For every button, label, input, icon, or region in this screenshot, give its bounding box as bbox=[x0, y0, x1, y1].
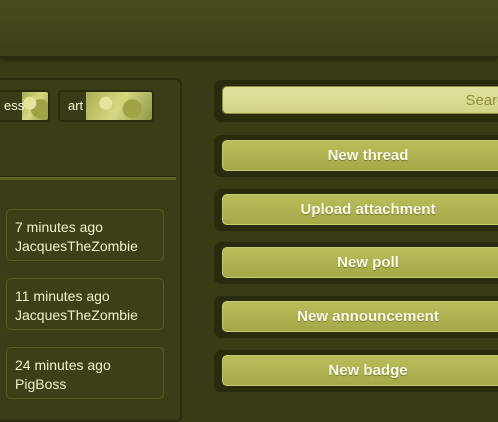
activity-user[interactable]: JacquesTheZombie bbox=[15, 236, 163, 256]
new-poll-slot: New poll bbox=[214, 242, 498, 284]
activity-time: 11 minutes ago bbox=[15, 288, 110, 304]
new-thread-button[interactable]: New thread bbox=[222, 140, 498, 171]
new-badge-slot: New badge bbox=[214, 350, 498, 392]
new-thread-label: New thread bbox=[327, 147, 409, 164]
new-announcement-button[interactable]: New announcement bbox=[222, 301, 498, 332]
activity-user[interactable]: PigBoss bbox=[15, 374, 163, 394]
tag-list: ess art bbox=[0, 90, 170, 124]
upload-attachment-label: Upload attachment bbox=[300, 201, 436, 218]
tag-label: art bbox=[68, 98, 84, 113]
activity-time: 7 minutes ago bbox=[15, 219, 103, 235]
search-slot bbox=[214, 80, 498, 122]
new-poll-label: New poll bbox=[337, 254, 399, 271]
new-thread-slot: New thread bbox=[214, 135, 498, 177]
new-badge-label: New badge bbox=[328, 362, 408, 379]
upload-attachment-button[interactable]: Upload attachment bbox=[222, 194, 498, 225]
tag-thumbnail bbox=[86, 92, 152, 120]
activity-item[interactable]: 7 minutes ago JacquesTheZombie bbox=[6, 209, 164, 261]
new-announcement-slot: New announcement bbox=[214, 296, 498, 338]
new-poll-button[interactable]: New poll bbox=[222, 247, 498, 278]
upload-attachment-slot: Upload attachment bbox=[214, 189, 498, 231]
top-bar bbox=[0, 0, 498, 58]
search-input[interactable] bbox=[222, 86, 498, 114]
tag-label: ess bbox=[4, 98, 25, 113]
section-divider bbox=[0, 176, 176, 180]
activity-item[interactable]: 11 minutes ago JacquesTheZombie bbox=[6, 278, 164, 330]
activity-time: 24 minutes ago bbox=[15, 357, 111, 373]
action-column: New thread Upload attachment New poll Ne… bbox=[214, 80, 498, 400]
activity-user[interactable]: JacquesTheZombie bbox=[15, 305, 163, 325]
tag-thumbnail bbox=[22, 92, 48, 120]
tag-item[interactable]: art bbox=[58, 90, 154, 122]
new-announcement-label: New announcement bbox=[297, 308, 439, 325]
tag-item[interactable]: ess bbox=[0, 90, 50, 122]
activity-item[interactable]: 24 minutes ago PigBoss bbox=[6, 347, 164, 399]
new-badge-button[interactable]: New badge bbox=[222, 355, 498, 386]
